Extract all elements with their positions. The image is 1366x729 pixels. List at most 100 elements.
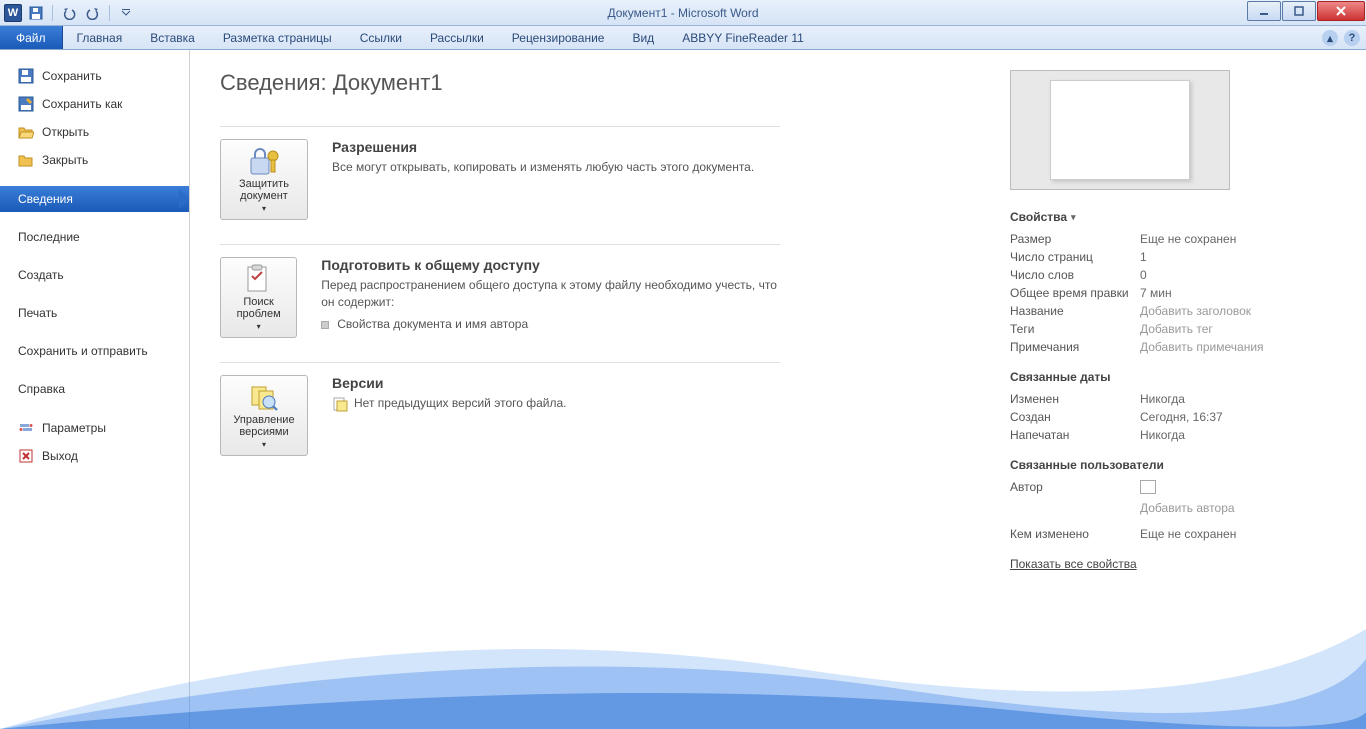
nav-print[interactable]: Печать: [0, 300, 189, 326]
tab-page-layout[interactable]: Разметка страницы: [209, 26, 346, 49]
add-author-placeholder[interactable]: Добавить автора: [1140, 501, 1235, 515]
nav-options[interactable]: Параметры: [0, 414, 189, 442]
bullet-text: Свойства документа и имя автора: [337, 317, 528, 331]
nav-label: Справка: [18, 382, 65, 396]
prop-value-placeholder[interactable]: Добавить заголовок: [1140, 304, 1251, 318]
backstage-view: Сохранить Сохранить как Открыть Закрыть …: [0, 50, 1366, 729]
quick-access-toolbar: W: [0, 3, 136, 23]
prop-title: НазваниеДобавить заголовок: [1010, 302, 1310, 320]
show-all-properties-link[interactable]: Показать все свойства: [1010, 557, 1137, 571]
prepare-body: Подготовить к общему доступу Перед распр…: [321, 257, 780, 338]
button-label: Поиск проблем: [225, 296, 292, 320]
chevron-down-icon: ▾: [257, 322, 261, 331]
tab-mailings[interactable]: Рассылки: [416, 26, 498, 49]
options-icon: [18, 420, 34, 436]
nav-close[interactable]: Закрыть: [0, 146, 189, 174]
nav-info[interactable]: Сведения: [0, 186, 189, 212]
nav-help[interactable]: Справка: [0, 376, 189, 402]
prop-label: Размер: [1010, 232, 1140, 246]
versions-section: Управление версиями▾ Версии Нет предыдущ…: [220, 362, 780, 480]
prop-value: Еще не сохранен: [1140, 232, 1236, 246]
nav-label: Последние: [18, 230, 80, 244]
prop-value-placeholder[interactable]: Добавить тег: [1140, 322, 1213, 336]
help-button[interactable]: ?: [1344, 30, 1360, 46]
version-doc-icon: [332, 396, 348, 412]
permissions-section: Защитить документ▾ Разрешения Все могут …: [220, 126, 780, 244]
check-issues-button[interactable]: Поиск проблем ▾: [220, 257, 297, 338]
nav-label: Сохранить: [42, 69, 102, 83]
word-logo-icon: W: [4, 4, 22, 22]
prop-value-placeholder[interactable]: Добавить примечания: [1140, 340, 1264, 354]
maximize-button[interactable]: [1282, 1, 1316, 21]
prop-label: Напечатан: [1010, 428, 1140, 442]
chevron-down-icon: ▾: [262, 440, 266, 449]
nav-label: Сохранить как: [42, 97, 122, 111]
bullet-icon: [321, 321, 329, 329]
prop-modified: ИзмененНикогда: [1010, 390, 1310, 408]
qat-redo-button[interactable]: [83, 3, 103, 23]
chevron-down-icon: ▾: [1071, 212, 1076, 223]
exit-icon: [18, 448, 34, 464]
prop-author-add: Добавить автора: [1010, 499, 1310, 517]
prop-notes: ПримечанияДобавить примечания: [1010, 338, 1310, 356]
nav-label: Создать: [18, 268, 64, 282]
prop-value: Еще не сохранен: [1140, 527, 1236, 541]
prop-edit-time: Общее время правки7 мин: [1010, 284, 1310, 302]
section-text: Все могут открывать, копировать и изменя…: [332, 159, 754, 176]
close-button[interactable]: [1317, 1, 1365, 21]
close-file-icon: [18, 152, 34, 168]
tab-review[interactable]: Рецензирование: [498, 26, 619, 49]
prop-author: Автор: [1010, 478, 1310, 499]
versions-icon: [249, 382, 279, 412]
nav-save[interactable]: Сохранить: [0, 62, 189, 90]
nav-label: Выход: [42, 449, 78, 463]
tab-abbyy[interactable]: ABBYY FineReader 11: [668, 26, 818, 49]
nav-label: Сохранить и отправить: [18, 344, 148, 358]
versions-body: Версии Нет предыдущих версий этого файла…: [332, 375, 567, 456]
section-text: Перед распространением общего доступа к …: [321, 277, 780, 311]
minimize-button[interactable]: [1247, 1, 1281, 21]
section-heading: Версии: [332, 375, 567, 391]
nav-label: Закрыть: [42, 153, 88, 167]
author-avatar-icon: [1140, 480, 1156, 494]
ribbon-help-area: ▴ ?: [1322, 30, 1360, 46]
nav-label: Печать: [18, 306, 57, 320]
prop-last-modified-by: Кем измененоЕще не сохранен: [1010, 525, 1310, 543]
save-as-icon: [18, 96, 34, 112]
nav-save-as[interactable]: Сохранить как: [0, 90, 189, 118]
prop-label: Примечания: [1010, 340, 1140, 354]
prop-value: 7 мин: [1140, 286, 1172, 300]
qat-save-button[interactable]: [26, 3, 46, 23]
minimize-ribbon-button[interactable]: ▴: [1322, 30, 1338, 46]
ribbon-tabs: Файл Главная Вставка Разметка страницы С…: [0, 26, 1366, 50]
save-icon: [18, 68, 34, 84]
permissions-body: Разрешения Все могут открывать, копирова…: [332, 139, 754, 220]
tab-references[interactable]: Ссылки: [346, 26, 416, 49]
qat-customize-button[interactable]: [116, 3, 136, 23]
prop-tags: ТегиДобавить тег: [1010, 320, 1310, 338]
prop-label: Кем изменено: [1010, 527, 1140, 541]
prop-value: 0: [1140, 268, 1147, 282]
nav-share[interactable]: Сохранить и отправить: [0, 338, 189, 364]
protect-document-button[interactable]: Защитить документ▾: [220, 139, 308, 220]
tab-view[interactable]: Вид: [618, 26, 668, 49]
prop-size: РазмерЕще не сохранен: [1010, 230, 1310, 248]
nav-recent[interactable]: Последние: [0, 224, 189, 250]
related-dates-header: Связанные даты: [1010, 370, 1310, 384]
prop-value: 1: [1140, 250, 1147, 264]
prop-label: [1010, 501, 1140, 515]
manage-versions-button[interactable]: Управление версиями▾: [220, 375, 308, 456]
nav-exit[interactable]: Выход: [0, 442, 189, 470]
section-heading: Разрешения: [332, 139, 754, 155]
tab-home[interactable]: Главная: [63, 26, 137, 49]
properties-dropdown[interactable]: Свойства▾: [1010, 210, 1310, 224]
tab-insert[interactable]: Вставка: [136, 26, 209, 49]
properties-panel: Свойства▾ РазмерЕще не сохранен Число ст…: [1010, 70, 1310, 571]
qat-undo-button[interactable]: [59, 3, 79, 23]
nav-new[interactable]: Создать: [0, 262, 189, 288]
tab-file[interactable]: Файл: [0, 26, 63, 49]
qat-separator: [109, 5, 110, 21]
section-text: Нет предыдущих версий этого файла.: [332, 395, 567, 412]
nav-open[interactable]: Открыть: [0, 118, 189, 146]
prop-label: Число слов: [1010, 268, 1140, 282]
